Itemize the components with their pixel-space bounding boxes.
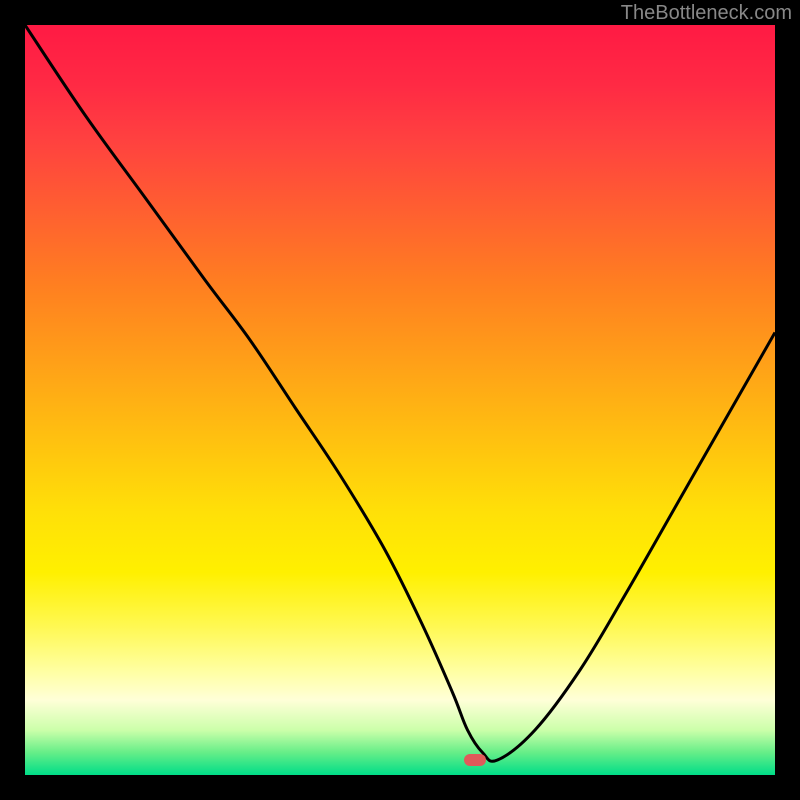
ideal-point-marker [464,754,486,766]
bottleneck-curve [25,25,775,775]
bottleneck-chart [25,25,775,775]
attribution-label: TheBottleneck.com [621,2,792,25]
